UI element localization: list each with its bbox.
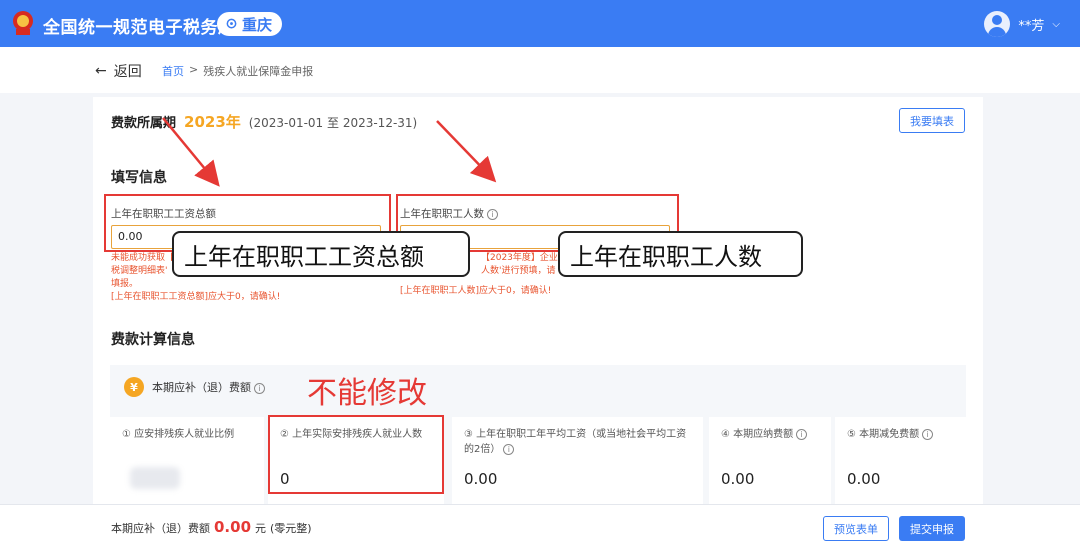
period-year: 2023年 xyxy=(184,113,241,131)
top-bar: 全国统一规范电子税务局 重庆 **芳 ⌵ xyxy=(0,0,1080,47)
info-icon: i xyxy=(503,443,515,455)
blurred-value xyxy=(130,467,180,489)
footer-bar: 本期应补（退）费额 0.00 元 (零元整) 预览表单 提交申报 xyxy=(0,504,1080,547)
info-icon: i xyxy=(922,428,934,440)
breadcrumb-separator: > xyxy=(189,63,199,76)
chevron-down-icon: ⌵ xyxy=(1052,18,1060,30)
count-error-required: [上年在职职工人数]应大于0，请确认! xyxy=(400,286,552,296)
callout-wage: 上年在职职工工资总额 xyxy=(172,231,470,277)
cell-label: ⑤ 本期减免费额 i xyxy=(847,427,934,442)
fill-form-button[interactable]: 我要填表 xyxy=(899,108,965,133)
avatar xyxy=(984,11,1011,37)
user-menu[interactable]: **芳 ⌵ xyxy=(984,11,1060,37)
tax-bureau-logo xyxy=(13,11,33,35)
app-title: 全国统一规范电子税务局 xyxy=(43,18,236,38)
cell-value: 0.00 xyxy=(464,470,498,488)
cell-payable: ④ 本期应纳费额 i 0.00 xyxy=(709,417,831,507)
submit-button[interactable]: 提交申报 xyxy=(899,516,965,541)
info-icon: i xyxy=(254,382,265,394)
highlight-disabled-box xyxy=(268,415,444,494)
preview-button[interactable]: 预览表单 xyxy=(823,516,889,541)
arrow-left-icon: ← xyxy=(95,63,107,79)
footer-summary: 本期应补（退）费额 0.00 元 (零元整) xyxy=(111,518,312,536)
user-name: **芳 xyxy=(1018,18,1045,34)
footer-unit: 元 xyxy=(255,522,267,535)
cell-label: ① 应安排残疾人就业比例 xyxy=(122,429,235,440)
declaration-card: 费款所属期 2023年 (2023-01-01 至 2023-12-31) 我要… xyxy=(93,97,983,515)
cell-reduction: ⑤ 本期减免费额 i 0.00 xyxy=(835,417,966,507)
breadcrumb-current: 残疾人就业保障金申报 xyxy=(203,65,314,78)
breadcrumb: 首页 > 残疾人就业保障金申报 xyxy=(162,63,313,79)
region-selector[interactable]: 重庆 xyxy=(217,12,283,36)
cell-label: ④ 本期应纳费额 i xyxy=(721,427,808,442)
breadcrumb-home[interactable]: 首页 xyxy=(162,63,184,79)
footer-label: 本期应补（退）费额 xyxy=(111,522,210,535)
calc-section-title: 费款计算信息 xyxy=(111,332,195,348)
fill-section-title: 填写信息 xyxy=(111,170,167,186)
breadcrumb-bar: ← 返回 首页 > 残疾人就业保障金申报 xyxy=(0,47,1080,93)
period-header: 费款所属期 2023年 (2023-01-01 至 2023-12-31) xyxy=(111,111,417,132)
footer-words: (零元整) xyxy=(270,522,312,535)
cell-employment-ratio: ① 应安排残疾人就业比例 xyxy=(110,417,264,507)
calc-header: ¥ 本期应补（退）费额 i 不能修改 xyxy=(110,365,966,411)
cell-value: 0.00 xyxy=(721,470,755,488)
info-icon: i xyxy=(796,428,808,440)
yen-icon: ¥ xyxy=(124,377,144,397)
annotation-no-edit: 不能修改 xyxy=(307,376,427,411)
callout-count: 上年在职职工人数 xyxy=(558,231,803,277)
region-name: 重庆 xyxy=(242,15,273,34)
back-button[interactable]: ← 返回 xyxy=(95,61,142,81)
footer-amount: 0.00 xyxy=(214,518,252,536)
location-pin-icon xyxy=(226,18,237,28)
cell-average-wage: ③ 上年在职职工年平均工资（或当地社会平均工资的2倍） i 0.00 xyxy=(452,417,703,507)
period-range: (2023-01-01 至 2023-12-31) xyxy=(248,116,418,130)
period-label: 费款所属期 xyxy=(111,116,177,131)
back-label: 返回 xyxy=(113,64,142,80)
cell-value: 0.00 xyxy=(847,470,881,488)
current-amount-label: 本期应补（退）费额 i xyxy=(152,379,265,395)
cell-label: ③ 上年在职职工年平均工资（或当地社会平均工资的2倍） i xyxy=(464,429,687,455)
